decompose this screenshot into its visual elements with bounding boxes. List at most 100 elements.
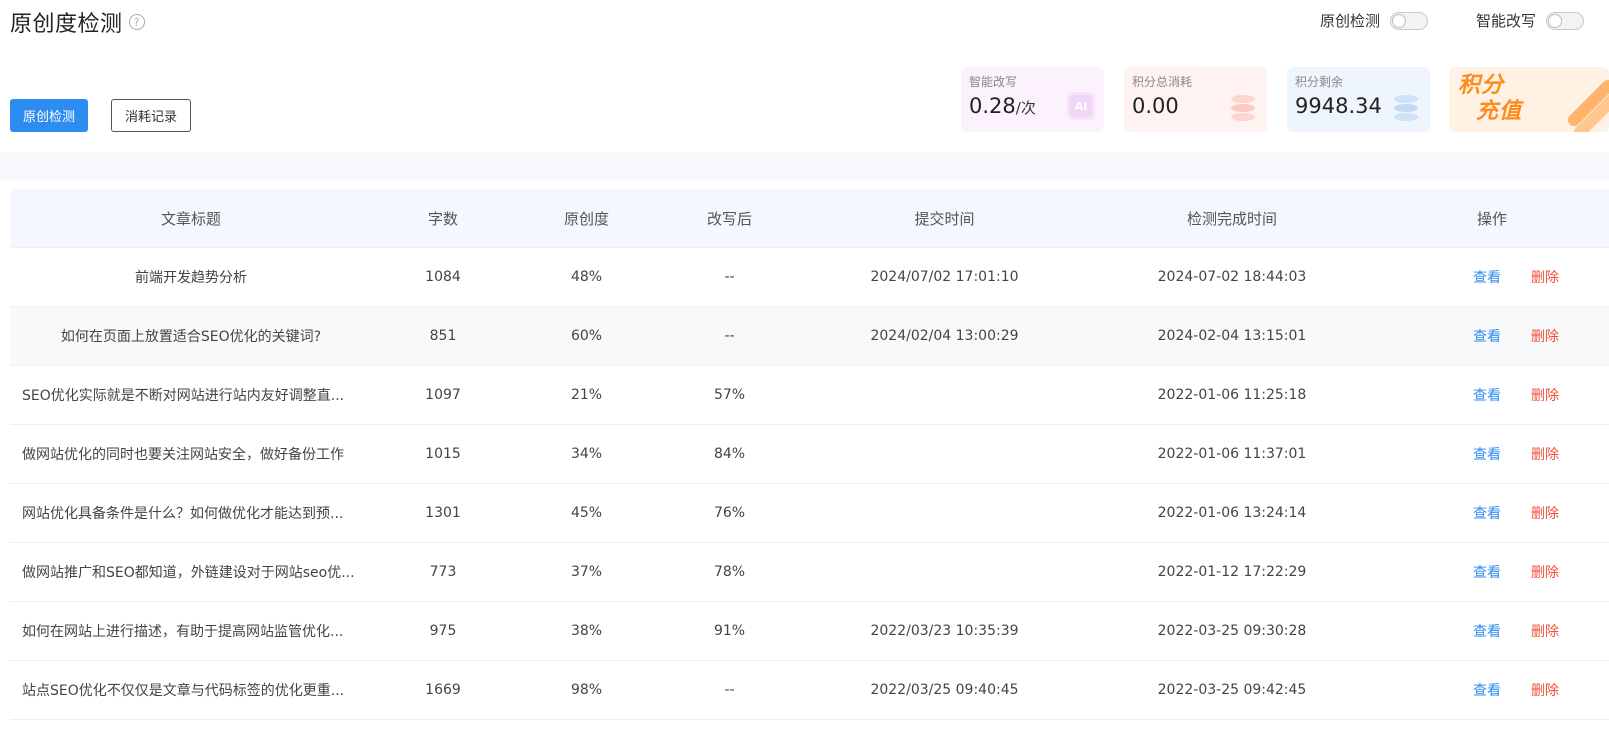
cell-title: SEO优化实际就是不断对网站进行站内友好调整直... xyxy=(22,388,345,404)
cell-title: 如何在网站上进行描述，有助于提高网站监管优化... xyxy=(22,624,344,640)
delete-link[interactable]: 删除 xyxy=(1531,565,1559,581)
cell-rewritten: 84% xyxy=(713,446,746,462)
toggle-knob xyxy=(1548,13,1563,28)
cell-words: 1084 xyxy=(425,269,461,285)
view-link[interactable]: 查看 xyxy=(1473,683,1501,699)
section-divider xyxy=(0,152,1609,180)
header-ops: 操作 xyxy=(1476,209,1507,228)
cell-ops: 查看 删除 xyxy=(1375,621,1609,641)
cell-title: 如何在页面上放置适合SEO优化的关键词? xyxy=(60,329,322,345)
cell-words: 1301 xyxy=(425,505,461,521)
cell-originality: 98% xyxy=(570,682,603,698)
recharge-line1: 积分 xyxy=(1458,73,1505,98)
cell-originality: 38% xyxy=(570,623,603,639)
header-done-time: 检测完成时间 xyxy=(1186,209,1277,228)
toggle-ai-rewrite-switch[interactable] xyxy=(1546,11,1585,30)
view-link[interactable]: 查看 xyxy=(1473,624,1501,640)
cell-done-time: 2022-03-25 09:42:45 xyxy=(1157,682,1307,698)
cell-done-time: 2024-02-04 13:15:01 xyxy=(1157,328,1307,344)
recharge-label: 积分 充值 xyxy=(1458,73,1522,125)
stat-number: 0.28 xyxy=(969,94,1016,118)
cell-title: 前端开发趋势分析 xyxy=(135,270,247,286)
recharge-line2: 充值 xyxy=(1476,99,1523,124)
stat-label: 积分总消耗 xyxy=(1132,75,1193,89)
cell-done-time: 2022-01-06 11:37:01 xyxy=(1157,446,1307,462)
toggle-originality-switch[interactable] xyxy=(1390,11,1429,30)
stat-unit: /次 xyxy=(1015,99,1036,117)
ops-links: 查看 删除 xyxy=(1425,267,1559,287)
cell-done-time: 2022-01-06 13:24:14 xyxy=(1157,505,1307,521)
toggle-originality: 原创检测 xyxy=(1320,10,1429,31)
delete-link[interactable]: 删除 xyxy=(1531,329,1559,345)
stat-label: 智能改写 xyxy=(969,75,1018,89)
cell-title: 做网站推广和SEO都知道，外链建设对于网站seo优... xyxy=(22,565,355,581)
ops-links: 查看 删除 xyxy=(1425,385,1559,405)
cell-rewritten: -- xyxy=(724,269,735,285)
cell-ops: 查看 删除 xyxy=(1375,326,1609,346)
delete-link[interactable]: 删除 xyxy=(1531,270,1559,286)
cell-title: 网站优化具备条件是什么？如何做优化才能达到预... xyxy=(22,506,344,522)
header-rewritten: 改写后 xyxy=(706,209,752,228)
cell-submit-time: 2022/03/23 10:35:39 xyxy=(870,623,1019,639)
cell-title: 站点SEO优化不仅仅是文章与代码标签的优化更重... xyxy=(22,683,345,699)
cell-rewritten: 57% xyxy=(713,387,746,403)
cell-done-time: 2022-01-12 17:22:29 xyxy=(1157,564,1307,580)
ops-links: 查看 删除 xyxy=(1425,326,1559,346)
cell-rewritten: -- xyxy=(724,328,735,344)
header-words: 字数 xyxy=(427,209,458,228)
cell-submit-time: 2024/02/04 13:00:29 xyxy=(870,328,1019,344)
ops-links: 查看 删除 xyxy=(1425,444,1559,464)
recharge-button[interactable]: 积分 充值 xyxy=(1449,67,1609,132)
table-header: 文章标题 字数 原创度 改写后 提交时间 检测完成时间 操作 xyxy=(10,189,1609,248)
cell-originality: 60% xyxy=(570,328,603,344)
cell-words: 1015 xyxy=(425,446,461,462)
table-row: 如何在页面上放置适合SEO优化的关键词? 851 60% -- 2024/02/… xyxy=(10,307,1609,366)
header-title: 文章标题 xyxy=(160,209,221,228)
stat-card-ai-rewrite: 智能改写 0.28/次 AI xyxy=(961,67,1104,132)
cell-done-time: 2022-03-25 09:30:28 xyxy=(1157,623,1307,639)
view-link[interactable]: 查看 xyxy=(1473,447,1501,463)
table-row: 网站优化具备条件是什么？如何做优化才能达到预... 1301 45% 76% 2… xyxy=(10,484,1609,543)
toggle-ai-rewrite: 智能改写 xyxy=(1476,10,1585,31)
question-circle-icon[interactable]: ? xyxy=(128,14,145,30)
table-row: 做网站优化的同时也要关注网站安全，做好备份工作 1015 34% 84% 202… xyxy=(10,425,1609,484)
header-submit-time: 提交时间 xyxy=(914,209,975,228)
cell-words: 1097 xyxy=(425,387,461,403)
cell-originality: 48% xyxy=(570,269,603,285)
view-link[interactable]: 查看 xyxy=(1473,506,1501,522)
toggle-knob xyxy=(1392,13,1407,28)
cell-rewritten: 78% xyxy=(713,564,746,580)
coin-stack-icon xyxy=(1394,95,1418,121)
originality-detect-button[interactable]: 原创检测 xyxy=(10,99,88,132)
cell-words: 851 xyxy=(429,328,457,344)
records-table: 文章标题 字数 原创度 改写后 提交时间 检测完成时间 操作 前端开发趋势分析 … xyxy=(10,189,1609,720)
view-link[interactable]: 查看 xyxy=(1473,329,1501,345)
cell-originality: 45% xyxy=(570,505,603,521)
stat-label: 积分剩余 xyxy=(1295,75,1344,89)
cell-ops: 查看 删除 xyxy=(1375,562,1609,582)
cell-submit-time: 2022/03/25 09:40:45 xyxy=(870,682,1019,698)
cell-words: 1669 xyxy=(425,682,461,698)
cell-rewritten: 76% xyxy=(713,505,746,521)
cell-ops: 查看 删除 xyxy=(1375,680,1609,700)
cell-done-time: 2022-01-06 11:25:18 xyxy=(1157,387,1307,403)
consumption-records-button[interactable]: 消耗记录 xyxy=(111,99,191,132)
delete-link[interactable]: 删除 xyxy=(1531,388,1559,404)
ops-links: 查看 删除 xyxy=(1425,680,1559,700)
cell-ops: 查看 删除 xyxy=(1375,385,1609,405)
toggle-bar: 原创检测 智能改写 xyxy=(1320,10,1585,31)
view-link[interactable]: 查看 xyxy=(1473,270,1501,286)
table-row: 前端开发趋势分析 1084 48% -- 2024/07/02 17:01:10… xyxy=(10,248,1609,307)
cell-words: 773 xyxy=(429,564,457,580)
delete-link[interactable]: 删除 xyxy=(1531,624,1559,640)
cell-words: 975 xyxy=(429,623,457,639)
view-link[interactable]: 查看 xyxy=(1473,388,1501,404)
view-link[interactable]: 查看 xyxy=(1473,565,1501,581)
coin-stack-icon xyxy=(1231,95,1255,121)
delete-link[interactable]: 删除 xyxy=(1531,447,1559,463)
cell-ops: 查看 删除 xyxy=(1375,267,1609,287)
cell-title: 做网站优化的同时也要关注网站安全，做好备份工作 xyxy=(22,447,344,463)
table-row: 如何在网站上进行描述，有助于提高网站监管优化... 975 38% 91% 20… xyxy=(10,602,1609,661)
delete-link[interactable]: 删除 xyxy=(1531,506,1559,522)
delete-link[interactable]: 删除 xyxy=(1531,683,1559,699)
